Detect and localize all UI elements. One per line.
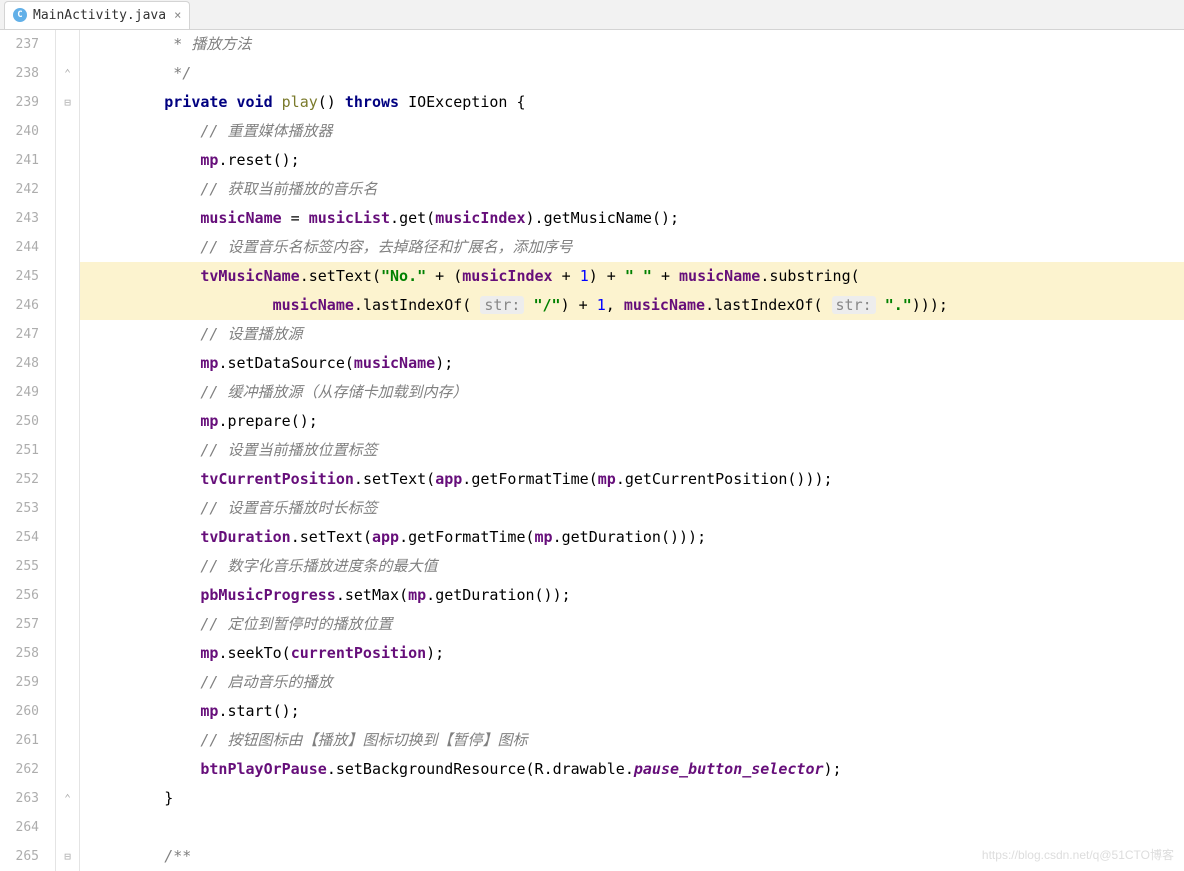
code-line: tvCurrentPosition.setText(app.getFormatT… bbox=[80, 465, 1184, 494]
code-line: mp.seekTo(currentPosition); bbox=[80, 639, 1184, 668]
code-line: private void play() throws IOException { bbox=[80, 88, 1184, 117]
line-number: 263 bbox=[0, 784, 39, 813]
code-line: musicName = musicList.get(musicIndex).ge… bbox=[80, 204, 1184, 233]
code-line: // 设置音乐名标签内容，去掉路径和扩展名，添加序号 bbox=[80, 233, 1184, 262]
line-number: 249 bbox=[0, 378, 39, 407]
code-line: // 缓冲播放源（从存储卡加载到内存） bbox=[80, 378, 1184, 407]
code-line: musicName.lastIndexOf( str: "/") + 1, mu… bbox=[80, 291, 1184, 320]
code-line: // 定位到暂停时的播放位置 bbox=[80, 610, 1184, 639]
code-line: mp.start(); bbox=[80, 697, 1184, 726]
java-class-icon: C bbox=[13, 8, 27, 22]
code-line: // 获取当前播放的音乐名 bbox=[80, 175, 1184, 204]
fold-gutter: ⌃ ⊟ ⌃ ⊟ bbox=[56, 30, 80, 871]
fold-marker-icon[interactable]: ⌃ bbox=[56, 784, 79, 813]
line-number: 251 bbox=[0, 436, 39, 465]
tab-label: MainActivity.java bbox=[33, 8, 166, 23]
file-tab[interactable]: C MainActivity.java × bbox=[4, 1, 190, 29]
code-line: // 数字化音乐播放进度条的最大值 bbox=[80, 552, 1184, 581]
code-line: mp.setDataSource(musicName); bbox=[80, 349, 1184, 378]
code-line: tvMusicName.setText("No." + (musicIndex … bbox=[80, 262, 1184, 291]
code-line: tvDuration.setText(app.getFormatTime(mp.… bbox=[80, 523, 1184, 552]
line-number: 254 bbox=[0, 523, 39, 552]
code-line: // 设置音乐播放时长标签 bbox=[80, 494, 1184, 523]
line-number: 245 bbox=[0, 262, 39, 291]
line-number: 246 bbox=[0, 291, 39, 320]
code-line: * 播放方法 bbox=[80, 30, 1184, 59]
line-number: 253 bbox=[0, 494, 39, 523]
fold-marker-icon[interactable]: ⌃ bbox=[56, 59, 79, 88]
editor: 237 238 239 240 241 242 243 244 245 246 … bbox=[0, 30, 1184, 871]
line-number: 265 bbox=[0, 842, 39, 871]
line-number: 238 bbox=[0, 59, 39, 88]
tab-bar: C MainActivity.java × bbox=[0, 0, 1184, 30]
line-number: 260 bbox=[0, 697, 39, 726]
line-number: 244 bbox=[0, 233, 39, 262]
line-number: 262 bbox=[0, 755, 39, 784]
line-number: 256 bbox=[0, 581, 39, 610]
fold-marker-icon[interactable]: ⊟ bbox=[56, 842, 79, 871]
line-number: 248 bbox=[0, 349, 39, 378]
line-number: 257 bbox=[0, 610, 39, 639]
code-line: } bbox=[80, 784, 1184, 813]
line-number: 252 bbox=[0, 465, 39, 494]
line-number: 241 bbox=[0, 146, 39, 175]
line-number: 247 bbox=[0, 320, 39, 349]
line-number: 258 bbox=[0, 639, 39, 668]
code-line: // 设置播放源 bbox=[80, 320, 1184, 349]
line-number: 259 bbox=[0, 668, 39, 697]
line-number: 239 bbox=[0, 88, 39, 117]
code-line: // 设置当前播放位置标签 bbox=[80, 436, 1184, 465]
code-line: */ bbox=[80, 59, 1184, 88]
code-line: pbMusicProgress.setMax(mp.getDuration())… bbox=[80, 581, 1184, 610]
code-line: mp.reset(); bbox=[80, 146, 1184, 175]
code-line: btnPlayOrPause.setBackgroundResource(R.d… bbox=[80, 755, 1184, 784]
code-line: // 按钮图标由【播放】图标切换到【暂停】图标 bbox=[80, 726, 1184, 755]
line-number: 255 bbox=[0, 552, 39, 581]
code-line: // 启动音乐的播放 bbox=[80, 668, 1184, 697]
line-number: 264 bbox=[0, 813, 39, 842]
line-number: 261 bbox=[0, 726, 39, 755]
code-line: mp.prepare(); bbox=[80, 407, 1184, 436]
line-number: 237 bbox=[0, 30, 39, 59]
line-number: 240 bbox=[0, 117, 39, 146]
code-line: // 重置媒体播放器 bbox=[80, 117, 1184, 146]
line-number: 243 bbox=[0, 204, 39, 233]
line-number: 250 bbox=[0, 407, 39, 436]
line-number-gutter: 237 238 239 240 241 242 243 244 245 246 … bbox=[0, 30, 56, 871]
close-icon[interactable]: × bbox=[174, 8, 181, 22]
code-line bbox=[80, 813, 1184, 842]
code-editor[interactable]: * 播放方法 */ private void play() throws IOE… bbox=[80, 30, 1184, 871]
line-number: 242 bbox=[0, 175, 39, 204]
watermark: https://blog.csdn.net/q@51CTO博客 bbox=[982, 846, 1174, 863]
fold-marker-icon[interactable]: ⊟ bbox=[56, 88, 79, 117]
